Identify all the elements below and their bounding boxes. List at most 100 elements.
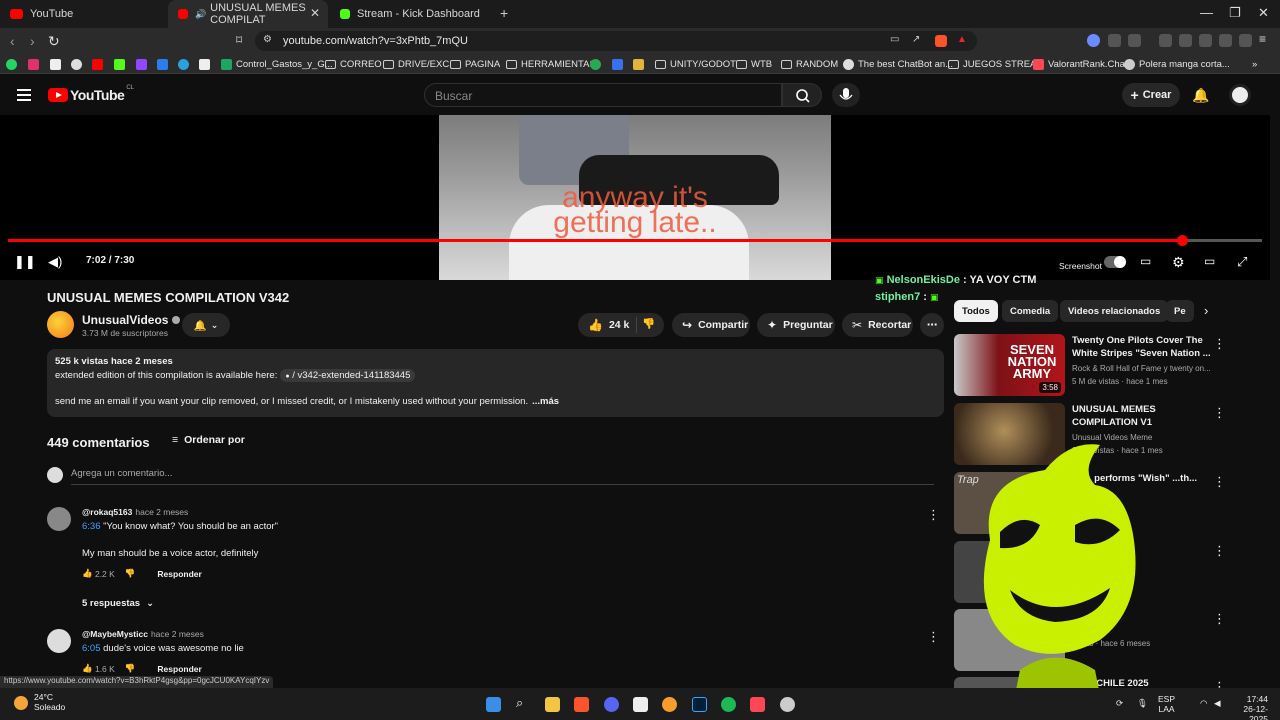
kick-bookmark-icon[interactable] [114, 57, 129, 71]
reload-icon[interactable]: ↻ [48, 33, 60, 50]
notifications-bell-icon[interactable]: 🔔 [1192, 87, 1209, 104]
window-close-icon[interactable]: ✕ [1258, 5, 1269, 21]
file-explorer-icon[interactable] [545, 697, 560, 712]
url-field[interactable]: ⚙ youtube.com/watch?v=3xPhtb_7mQU ▭ ↗ ▲ [255, 31, 977, 51]
subtitles-icon[interactable]: ▭ [1140, 254, 1151, 268]
chip-comedia[interactable]: Comedia [1002, 300, 1059, 322]
voice-search-button[interactable] [832, 83, 860, 107]
weather-widget[interactable]: 24°C Soleado [34, 692, 65, 712]
hamburger-menu-icon[interactable] [17, 89, 31, 101]
view-replies-button[interactable]: 5 respuestas ⌄ [82, 598, 154, 609]
microphone-tray-icon[interactable]: 🎙 [1137, 698, 1148, 708]
wifi-icon[interactable]: ◠ [1200, 698, 1207, 708]
comment-author[interactable]: @MaybeMysticc hace 2 meses [82, 629, 204, 639]
thumbs-up-icon[interactable]: 👍 [82, 568, 93, 579]
media-icon[interactable] [1159, 34, 1172, 47]
bookmark-unity[interactable]: UNITY/GODOT [655, 57, 736, 71]
dislike-icon[interactable]: 👎 [125, 663, 136, 674]
volume-icon[interactable]: ◀) [48, 254, 62, 270]
chip-more[interactable]: Pe [1166, 300, 1194, 322]
tab-kick[interactable]: Stream - Kick Dashboard [330, 0, 495, 28]
back-icon[interactable]: ‹ [10, 33, 15, 49]
site-info-icon[interactable]: ⚙ [263, 34, 272, 45]
bookmark-icon-blue[interactable] [612, 57, 627, 71]
description-box[interactable]: 525 k vistas hace 2 meses extended editi… [47, 349, 944, 417]
search-button[interactable] [782, 83, 822, 107]
leo-icon[interactable] [1219, 34, 1232, 47]
more-vertical-icon[interactable]: ⋮ [1213, 336, 1226, 352]
like-button[interactable]: 👍 24 k 👎 [578, 313, 664, 337]
more-bookmarks-icon[interactable]: » [1252, 57, 1257, 71]
channel-avatar[interactable] [47, 311, 74, 338]
extension-icon[interactable] [1087, 34, 1100, 47]
gmail-bookmark-icon[interactable] [199, 57, 214, 71]
bookmark-icon-green[interactable] [590, 57, 605, 71]
youtube-bookmark-icon[interactable] [92, 57, 107, 71]
taskbar-search-icon[interactable]: ⌕ [516, 695, 531, 710]
valorant-icon[interactable] [750, 697, 765, 712]
share-button[interactable]: ↪ Compartir [672, 313, 750, 337]
bookmark-wtb[interactable]: WTB [736, 57, 772, 71]
vpn-icon[interactable] [1239, 34, 1252, 47]
notification-bell-button[interactable]: 🔔 ⌄ [182, 313, 230, 337]
comment-author[interactable]: @rokaq5163 hace 2 meses [82, 507, 188, 517]
x-bookmark-icon[interactable] [50, 57, 65, 71]
bookmark-valorant[interactable]: ValorantRank.Chat [1033, 57, 1128, 71]
thumbs-up-icon[interactable]: 👍 [82, 663, 93, 674]
brave-shield-icon[interactable] [935, 35, 947, 47]
sidebar-icon[interactable] [1179, 34, 1192, 47]
bookmark-chatbot[interactable]: The best ChatBot an... [843, 57, 953, 71]
more-vertical-icon[interactable]: ⋮ [1213, 543, 1226, 559]
more-vertical-icon[interactable]: ⋮ [1213, 474, 1226, 490]
menu-icon[interactable]: ≡ [1259, 32, 1272, 46]
spotify-icon[interactable] [721, 697, 736, 712]
photoshop-icon[interactable] [692, 697, 707, 712]
video-player[interactable]: anyway it's getting late.. ❚❚ ◀) 7:02 / … [0, 115, 1270, 280]
show-more-link[interactable]: ...más [532, 396, 559, 407]
app-icon[interactable] [780, 697, 795, 712]
bookmark-correo[interactable]: CORREO [325, 57, 382, 71]
ask-button[interactable]: ✦ Preguntar [757, 313, 835, 337]
blender-icon[interactable] [662, 697, 677, 712]
bookmark-icon-yellow[interactable] [633, 57, 648, 71]
extension-icon[interactable] [1128, 34, 1141, 47]
cast-icon[interactable]: ▭ [890, 34, 899, 45]
brave-browser-icon[interactable] [574, 697, 589, 712]
progress-scrubber[interactable] [1176, 235, 1188, 246]
bookmark-drive[interactable]: DRIVE/EXC [383, 57, 449, 71]
commenter-avatar[interactable] [47, 629, 71, 653]
youtube-logo[interactable]: YouTube CL [48, 85, 134, 103]
chip-videos-relacionados[interactable]: Videos relacionados [1060, 300, 1169, 322]
bookmark-icon[interactable]: ⌑ [236, 33, 242, 47]
more-vertical-icon[interactable]: ⋮ [1213, 405, 1226, 421]
reply-button[interactable]: Responder [157, 664, 201, 674]
extensions-puzzle-icon[interactable] [1108, 34, 1121, 47]
reply-button[interactable]: Responder [157, 569, 201, 579]
tab-youtube[interactable]: YouTube [0, 0, 168, 28]
instagram-bookmark-icon[interactable] [28, 57, 43, 71]
volume-tray-icon[interactable]: ◀ [1214, 698, 1221, 708]
twitch-bookmark-icon[interactable] [136, 57, 151, 71]
notion-icon[interactable] [633, 697, 648, 712]
chevron-right-icon[interactable]: › [1204, 303, 1208, 318]
start-windows-icon[interactable] [486, 697, 501, 712]
network-icon[interactable]: ⟳ [1116, 698, 1123, 708]
bookmark-herramientas[interactable]: HERRAMIENTAS [506, 57, 596, 71]
create-button[interactable]: + Crear [1122, 83, 1180, 107]
theater-mode-icon[interactable]: ▭ [1204, 254, 1215, 268]
language-indicator[interactable]: ESP LAA [1158, 694, 1175, 714]
progress-bar[interactable] [8, 235, 1262, 246]
bookmark-gastos[interactable]: Control_Gastos_y_G... [221, 57, 333, 71]
comment-menu-icon[interactable]: ⋮ [927, 629, 940, 645]
autoplay-toggle[interactable] [1104, 256, 1126, 268]
whatsapp-bookmark-icon[interactable] [6, 57, 21, 71]
comment-timestamp-link[interactable]: 6:05 [82, 643, 101, 654]
description-link[interactable]: ● / v342-extended-141183445 [280, 369, 416, 382]
account-avatar[interactable] [1229, 84, 1251, 106]
bookmark-random[interactable]: RANDOM [781, 57, 838, 71]
cloud-bookmark-icon[interactable] [71, 57, 86, 71]
recommended-video[interactable]: SEVEN NATION ARMY 3:58 Twenty One Pilots… [954, 334, 1226, 398]
weather-icon[interactable] [14, 696, 28, 710]
tab-video[interactable]: 🔊 UNUSUAL MEMES COMPILAT ✕ [168, 0, 328, 28]
search-input[interactable] [425, 84, 781, 108]
